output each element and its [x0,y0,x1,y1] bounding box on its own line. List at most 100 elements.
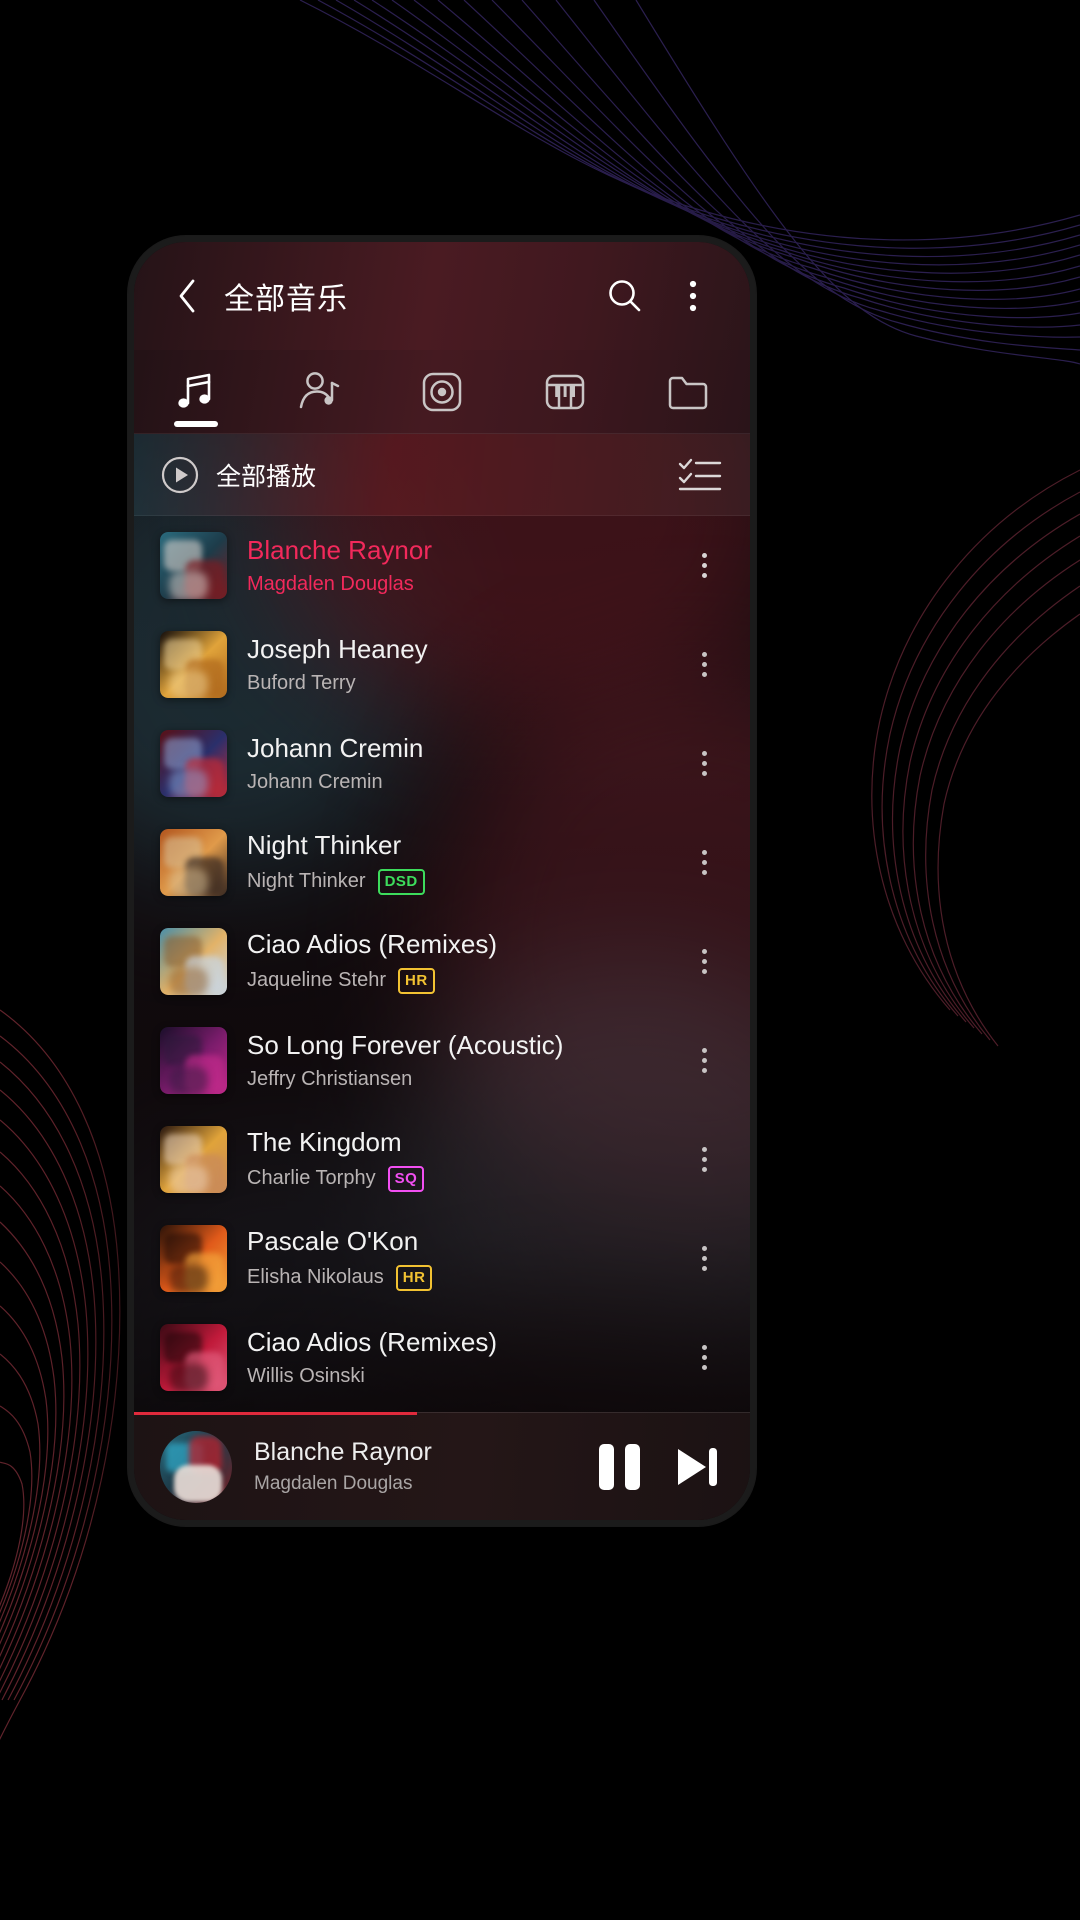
quality-badge: HR [395,1264,433,1291]
folder-icon [669,376,708,409]
album-art-thumbnail[interactable] [160,1126,227,1193]
song-subtitle: Johann Cremin [247,771,680,794]
song-meta: Night Thinker Night Thinker DSD [247,830,680,895]
song-overflow-button[interactable] [680,529,728,603]
album-art-thumbnail[interactable] [160,928,227,995]
album-art-thumbnail[interactable] [160,1324,227,1391]
tab-active-indicator [173,421,218,427]
song-title: Blanche Raynor [247,534,432,565]
song-list[interactable]: Blanche Raynor Magdalen Douglas Joseph H… [134,516,750,1412]
album-art-thumbnail[interactable] [160,829,227,896]
song-subtitle: Charlie Torphy SQ [247,1165,680,1192]
song-overflow-button[interactable] [680,925,728,999]
song-title: Johann Cremin [247,732,424,763]
song-meta: So Long Forever (Acoustic) Jeffry Christ… [247,1030,680,1091]
song-overflow-button[interactable] [680,826,728,900]
song-row[interactable]: Pascale O'Kon Elisha Nikolaus HR [134,1209,750,1308]
song-overflow-button[interactable] [680,727,728,801]
song-artist: Jaqueline Stehr [247,969,386,992]
song-meta: Ciao Adios (Remixes) Jaqueline Stehr HR [247,929,680,994]
song-row[interactable]: Joseph Heaney Buford Terry [134,615,750,714]
tab-bar [134,350,750,434]
song-title: So Long Forever (Acoustic) [247,1029,564,1060]
page-title: 全部音乐 [224,283,348,316]
song-subtitle: Jeffry Christiansen [247,1068,680,1091]
overflow-menu-button[interactable] [666,269,720,323]
album-art-thumbnail[interactable] [160,532,227,599]
song-title: The Kingdom [247,1127,402,1158]
song-overflow-button[interactable] [680,1024,728,1098]
song-artist: Charlie Torphy [247,1167,376,1190]
song-row[interactable]: Ciao Adios (Remixes) Willis Osinski [134,1308,750,1407]
now-playing-artwork[interactable] [160,1430,232,1503]
now-playing-meta: Blanche Raynor Magdalen Douglas [254,1438,599,1495]
now-playing-title: Blanche Raynor [254,1438,432,1466]
album-art-thumbnail[interactable] [160,631,227,698]
tab-albums[interactable] [380,350,503,433]
song-row[interactable]: Night Thinker Night Thinker DSD [134,813,750,912]
song-overflow-button[interactable] [680,1321,728,1395]
song-artist: Willis Osinski [247,1365,365,1388]
pause-button[interactable] [599,1443,640,1490]
song-meta: The Kingdom Charlie Torphy SQ [247,1127,680,1192]
tab-folders[interactable] [627,350,750,433]
song-subtitle: Elisha Nikolaus HR [247,1264,680,1291]
play-all-label: 全部播放 [216,462,317,491]
song-row[interactable]: The Kingdom Charlie Torphy SQ [134,1110,750,1209]
checklist-icon[interactable] [678,457,722,493]
app-bar-actions [598,269,720,323]
pause-icon [599,1443,640,1490]
playback-progress-bar[interactable] [134,1412,418,1415]
phone-screen: 全部音乐 全部播放 Blanche Raynor Magdalen Dougla… [134,242,750,1520]
more-vertical-icon [701,553,707,578]
song-artist: Night Thinker [247,870,366,893]
song-artist: Johann Cremin [247,771,383,794]
more-vertical-icon [701,751,707,776]
song-subtitle: Magdalen Douglas [247,573,680,596]
mini-player: Blanche Raynor Magdalen Douglas [134,1412,750,1520]
song-overflow-button[interactable] [680,628,728,702]
song-meta: Joseph Heaney Buford Terry [247,634,680,695]
tab-genres[interactable] [504,350,627,433]
song-overflow-button[interactable] [680,1222,728,1296]
song-meta: Blanche Raynor Magdalen Douglas [247,535,680,596]
song-artist: Buford Terry [247,672,356,695]
song-row[interactable]: Blanche Raynor Magdalen Douglas [134,516,750,615]
more-vertical-icon [701,1147,707,1172]
song-title: Night Thinker [247,830,402,861]
album-art-thumbnail[interactable] [160,1027,227,1094]
song-subtitle: Willis Osinski [247,1365,680,1388]
tab-songs[interactable] [134,350,257,433]
chevron-left-icon [179,279,195,313]
tab-artists[interactable] [257,350,380,433]
song-overflow-button[interactable] [680,1123,728,1197]
play-all-row[interactable]: 全部播放 [134,434,750,516]
play-circle-icon[interactable] [160,455,200,495]
song-subtitle: Jaqueline Stehr HR [247,967,680,994]
piano-icon [545,374,585,409]
more-vertical-icon [701,850,707,875]
more-vertical-icon [689,280,697,312]
album-art-thumbnail[interactable] [160,730,227,797]
song-meta: Pascale O'Kon Elisha Nikolaus HR [247,1226,680,1291]
song-artist: Elisha Nikolaus [247,1266,384,1289]
more-vertical-icon [701,1345,707,1370]
more-vertical-icon [701,1048,707,1073]
next-track-button[interactable] [670,1443,722,1491]
artist-icon [299,371,340,408]
song-row[interactable]: Ciao Adios (Remixes) Jaqueline Stehr HR [134,912,750,1011]
song-title: Ciao Adios (Remixes) [247,1326,497,1357]
skip-next-icon [678,1447,717,1486]
search-button[interactable] [598,269,652,323]
music-note-icon [177,373,210,408]
song-row[interactable]: So Long Forever (Acoustic) Jeffry Christ… [134,1011,750,1110]
now-playing-artist: Magdalen Douglas [254,1473,413,1494]
song-row[interactable]: Johann Cremin Johann Cremin [134,714,750,813]
back-button[interactable] [160,269,214,323]
player-controls [599,1443,722,1491]
song-meta: Ciao Adios (Remixes) Willis Osinski [247,1327,680,1388]
song-title: Joseph Heaney [247,633,428,664]
quality-badge: SQ [387,1165,425,1192]
song-artist: Magdalen Douglas [247,573,414,596]
album-art-thumbnail[interactable] [160,1225,227,1292]
